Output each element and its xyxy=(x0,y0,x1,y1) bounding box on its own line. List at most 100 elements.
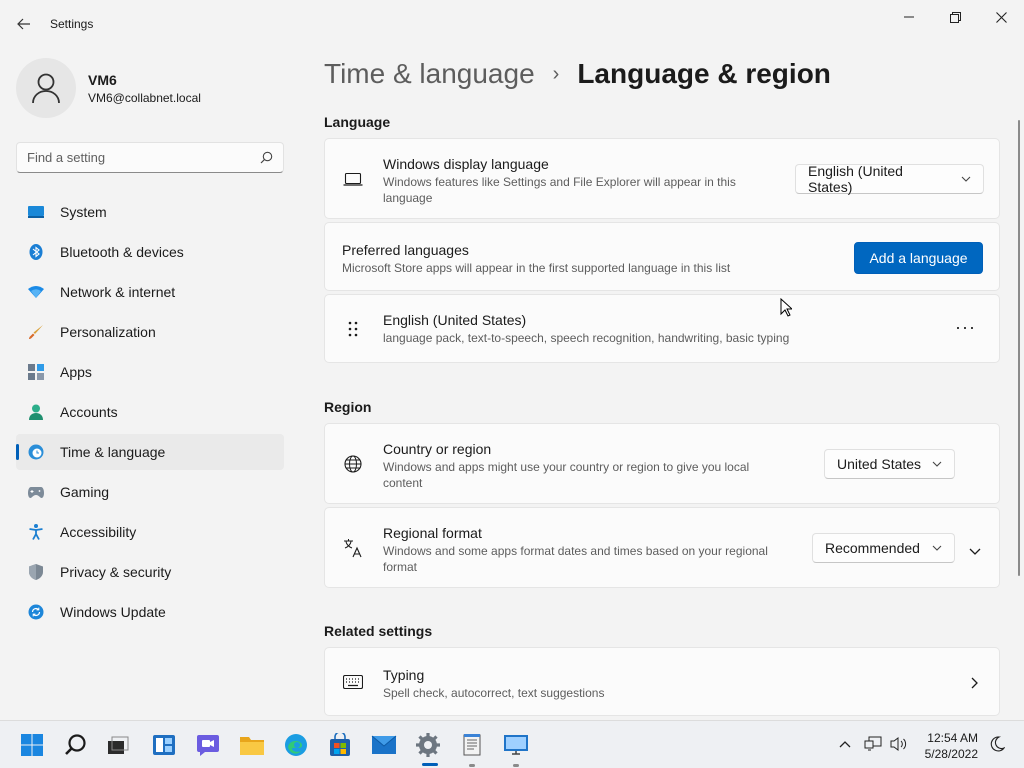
sidebar-item-accessibility[interactable]: Accessibility xyxy=(16,514,284,550)
sidebar-item-system[interactable]: System xyxy=(16,194,284,230)
chat-icon[interactable] xyxy=(192,729,224,761)
widgets-icon[interactable] xyxy=(148,729,180,761)
close-icon xyxy=(995,11,1007,23)
active-app-indicator xyxy=(422,763,438,766)
chevron-up-icon[interactable] xyxy=(834,733,856,755)
notepad-icon[interactable] xyxy=(456,729,488,761)
store-icon[interactable] xyxy=(324,729,356,761)
regional-format-title: Regional format xyxy=(383,525,482,541)
shield-icon xyxy=(28,564,44,580)
taskbar: 12:54 AM 5/28/2022 xyxy=(0,720,1024,768)
maximize-button[interactable] xyxy=(932,4,978,30)
section-title-region: Region xyxy=(324,399,372,415)
profile-name: VM6 xyxy=(88,71,117,88)
taskbar-clock[interactable]: 12:54 AM 5/28/2022 xyxy=(914,730,978,762)
sidebar-item-accounts[interactable]: Accounts xyxy=(16,394,284,430)
drag-handle-icon[interactable] xyxy=(343,319,363,339)
expand-chevron-icon[interactable] xyxy=(969,543,981,561)
sidebar-item-privacy[interactable]: Privacy & security xyxy=(16,554,284,590)
chevron-down-icon xyxy=(932,545,942,551)
close-button[interactable] xyxy=(978,4,1024,30)
language-list-item[interactable]: English (United States) language pack, t… xyxy=(324,294,1000,363)
regional-format-description: Windows and some apps format dates and t… xyxy=(383,544,768,574)
country-region-title: Country or region xyxy=(383,441,492,457)
title-bar: Settings xyxy=(0,0,1024,48)
keyboard-icon xyxy=(343,672,363,692)
focus-assist-icon[interactable] xyxy=(986,733,1008,755)
add-language-button[interactable]: Add a language xyxy=(854,242,983,274)
more-options-button[interactable]: ··· xyxy=(955,317,976,338)
restore-icon xyxy=(949,11,961,23)
sidebar-item-windows-update[interactable]: Windows Update xyxy=(16,594,284,630)
sidebar-item-label: Personalization xyxy=(60,324,156,340)
sidebar-item-label: Bluetooth & devices xyxy=(60,244,184,260)
profile-email: VM6@collabnet.local xyxy=(88,90,201,105)
sidebar-item-label: Time & language xyxy=(60,444,166,460)
network-status-icon[interactable] xyxy=(862,733,884,755)
user-profile[interactable]: VM6 VM6@collabnet.local xyxy=(16,58,201,118)
regional-format-card[interactable]: Regional format Windows and some apps fo… xyxy=(324,507,1000,588)
task-view-icon[interactable] xyxy=(102,729,134,761)
bluetooth-icon xyxy=(28,244,44,260)
page-title: Language & region xyxy=(577,58,831,89)
arrow-left-icon xyxy=(17,18,30,30)
system-icon xyxy=(28,204,44,220)
preferred-languages-description: Microsoft Store apps will appear in the … xyxy=(342,261,731,275)
chevron-down-icon xyxy=(961,176,971,182)
sidebar-item-apps[interactable]: Apps xyxy=(16,354,284,390)
display-language-title: Windows display language xyxy=(383,156,549,172)
file-explorer-icon[interactable] xyxy=(236,729,268,761)
sidebar-item-gaming[interactable]: Gaming xyxy=(16,474,284,510)
edge-icon[interactable] xyxy=(280,729,312,761)
sidebar-item-label: Windows Update xyxy=(60,604,166,620)
language-item-title: English (United States) xyxy=(383,312,527,328)
mouse-cursor-icon xyxy=(780,297,794,322)
typing-card[interactable]: Typing Spell check, autocorrect, text su… xyxy=(324,647,1000,716)
avatar xyxy=(16,58,76,118)
search-icon xyxy=(260,151,273,164)
back-button[interactable] xyxy=(10,10,38,38)
minimize-icon xyxy=(904,16,914,18)
typing-description: Spell check, autocorrect, text suggestio… xyxy=(383,686,605,700)
sidebar-item-label: Apps xyxy=(60,364,92,380)
apps-icon xyxy=(28,364,44,380)
laptop-icon xyxy=(343,169,363,189)
settings-icon[interactable] xyxy=(412,729,444,761)
search-icon[interactable] xyxy=(60,729,92,761)
sidebar-item-label: Accounts xyxy=(60,404,118,420)
minimize-button[interactable] xyxy=(886,4,932,30)
sidebar-item-label: Privacy & security xyxy=(60,564,172,580)
search-box[interactable] xyxy=(16,142,284,173)
remote-desktop-icon[interactable] xyxy=(500,729,532,761)
start-icon[interactable] xyxy=(16,729,48,761)
gamepad-icon xyxy=(28,484,44,500)
sidebar-item-time-language[interactable]: Time & language xyxy=(16,434,284,470)
accounts-icon xyxy=(28,404,44,420)
sidebar-item-network[interactable]: Network & internet xyxy=(16,274,284,310)
search-input[interactable] xyxy=(27,150,260,165)
user-icon xyxy=(32,73,60,104)
running-app-indicator xyxy=(513,764,519,767)
section-title-related-settings: Related settings xyxy=(324,623,433,639)
sidebar-item-label: System xyxy=(60,204,107,220)
volume-icon[interactable] xyxy=(888,733,910,755)
mail-icon[interactable] xyxy=(368,729,400,761)
breadcrumb-parent-link[interactable]: Time & language xyxy=(324,58,535,90)
country-region-description: Windows and apps might use your country … xyxy=(383,460,750,490)
dropdown-value: English (United States) xyxy=(808,163,903,195)
regional-format-dropdown[interactable]: Recommended xyxy=(812,533,955,563)
sidebar-item-personalization[interactable]: Personalization xyxy=(16,314,284,350)
brush-icon xyxy=(28,324,44,340)
sidebar-nav: System Bluetooth & devices Network & int… xyxy=(16,194,284,634)
chevron-down-icon xyxy=(932,461,942,467)
country-region-dropdown[interactable]: United States xyxy=(824,449,955,479)
scrollbar[interactable] xyxy=(1018,120,1020,576)
globe-icon xyxy=(343,454,363,474)
breadcrumb: Time & language › Language & region xyxy=(324,58,831,90)
display-language-card: Windows display language Windows feature… xyxy=(324,138,1000,219)
sidebar-item-bluetooth[interactable]: Bluetooth & devices xyxy=(16,234,284,270)
breadcrumb-separator: › xyxy=(552,62,560,85)
display-language-dropdown[interactable]: English (United States) xyxy=(795,163,984,195)
sidebar-item-label: Accessibility xyxy=(60,524,137,540)
update-icon xyxy=(28,604,44,620)
